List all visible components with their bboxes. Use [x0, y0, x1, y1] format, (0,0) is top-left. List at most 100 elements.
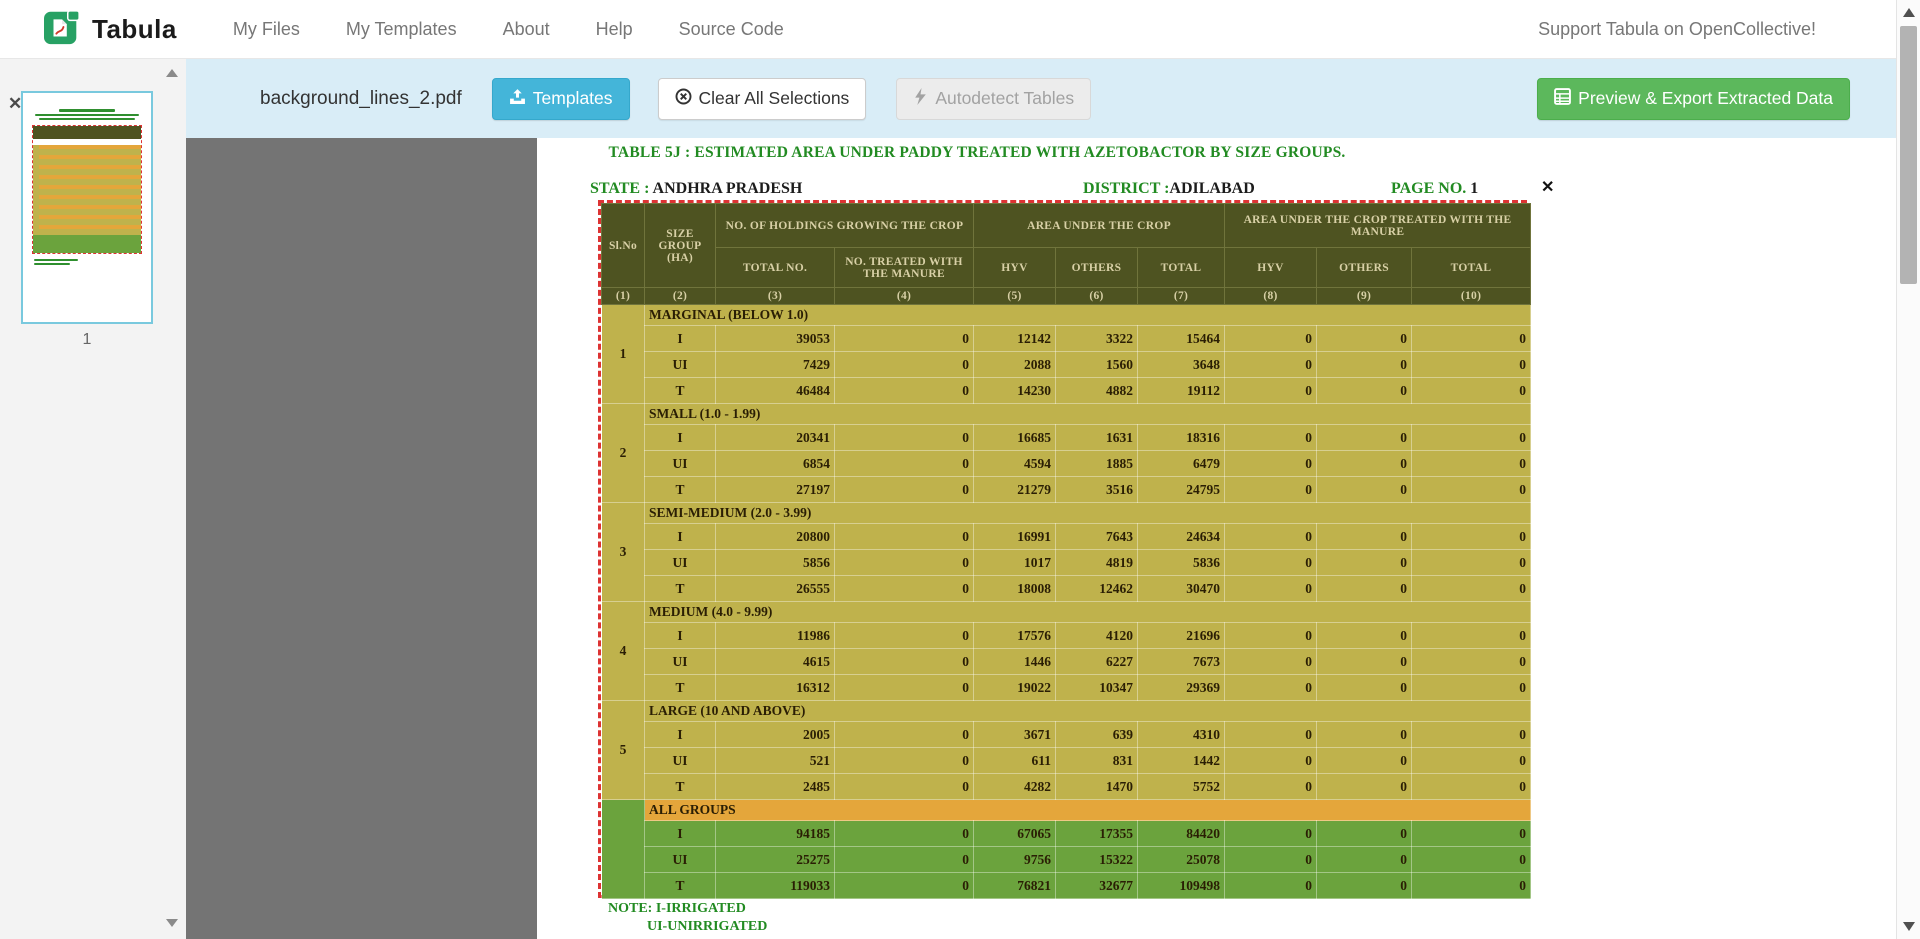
table-row: T46484014230488219112000: [602, 378, 1531, 404]
scrollbar-thumb[interactable]: [1900, 26, 1917, 284]
group-band-row: 1MARGINAL (BELOW 1.0): [602, 305, 1531, 326]
value-cell: 0: [1225, 524, 1317, 550]
row-type-cell: UI: [645, 352, 716, 378]
brand-name: Tabula: [92, 14, 177, 45]
value-cell: 24795: [1138, 477, 1225, 503]
value-cell: 0: [1225, 451, 1317, 477]
pdf-page[interactable]: TABLE 5J : ESTIMATED AREA UNDER PADDY TR…: [537, 138, 1920, 939]
value-cell: 0: [1412, 524, 1531, 550]
value-cell: 0: [1317, 722, 1412, 748]
thumb-note-lines: [32, 259, 142, 265]
value-cell: 0: [835, 847, 974, 873]
value-cell: 94185: [716, 821, 835, 847]
row-type-cell: T: [645, 378, 716, 404]
value-cell: 0: [1317, 326, 1412, 352]
state-line: STATE : ANDHRA PRADESH: [590, 180, 802, 198]
value-cell: 39053: [716, 326, 835, 352]
clear-all-selections-button[interactable]: Clear All Selections: [658, 78, 867, 120]
sidebar-scroll-up-arrow[interactable]: [166, 69, 178, 77]
scrollbar-up-arrow[interactable]: [1903, 8, 1915, 17]
slno-cell: 1: [602, 305, 645, 404]
value-cell: 0: [1317, 873, 1412, 899]
preview-export-button[interactable]: Preview & Export Extracted Data: [1537, 78, 1850, 120]
value-cell: 20800: [716, 524, 835, 550]
selection-close-icon[interactable]: ✕: [1541, 180, 1554, 196]
value-cell: 0: [835, 821, 974, 847]
table-row: I2005036716394310000: [602, 722, 1531, 748]
value-cell: 831: [1056, 748, 1138, 774]
autodetect-tables-button[interactable]: Autodetect Tables: [896, 78, 1091, 120]
col-header-no-treated: NO. TREATED WITH THE MANURE: [835, 248, 974, 288]
brand[interactable]: Tabula: [44, 8, 177, 51]
value-cell: 16312: [716, 675, 835, 701]
value-cell: 0: [1412, 675, 1531, 701]
row-type-cell: UI: [645, 748, 716, 774]
thumb-title-line: [39, 118, 135, 120]
window-scrollbar[interactable]: [1896, 0, 1920, 939]
templates-icon: [509, 88, 526, 110]
col-header-total: TOTAL: [1412, 248, 1531, 288]
templates-button[interactable]: Templates: [492, 78, 630, 120]
value-cell: 0: [1225, 477, 1317, 503]
row-type-cell: I: [645, 623, 716, 649]
value-cell: 0: [1317, 352, 1412, 378]
row-type-cell: I: [645, 722, 716, 748]
value-cell: 0: [1412, 748, 1531, 774]
value-cell: 0: [835, 774, 974, 800]
col-header-size-group: SIZE GROUP (HA): [645, 204, 716, 288]
support-link[interactable]: Support Tabula on OpenCollective!: [1538, 19, 1816, 40]
col-header-hyv: HYV: [1225, 248, 1317, 288]
table-row: T163120190221034729369000: [602, 675, 1531, 701]
value-cell: 25275: [716, 847, 835, 873]
value-cell: 0: [1317, 425, 1412, 451]
table-row: UI58560101748195836000: [602, 550, 1531, 576]
value-cell: 0: [1317, 477, 1412, 503]
scrollbar-down-arrow[interactable]: [1903, 922, 1915, 931]
thumbnail-page-number: 1: [21, 331, 153, 349]
table-selection-box[interactable]: Sl.No SIZE GROUP (HA) NO. OF HOLDINGS GR…: [598, 200, 1527, 898]
value-cell: 11986: [716, 623, 835, 649]
thumb-title-line: [35, 114, 139, 116]
value-cell: 0: [835, 550, 974, 576]
value-cell: 2485: [716, 774, 835, 800]
page-thumbnail[interactable]: [21, 91, 153, 324]
value-cell: 1885: [1056, 451, 1138, 477]
value-cell: 16685: [974, 425, 1056, 451]
value-cell: 6227: [1056, 649, 1138, 675]
page-no-line: PAGE NO. 1: [1391, 180, 1478, 198]
value-cell: 0: [1225, 675, 1317, 701]
value-cell: 0: [1225, 722, 1317, 748]
nav-link-source-code[interactable]: Source Code: [679, 19, 784, 40]
row-type-cell: T: [645, 576, 716, 602]
sidebar-scroll-down-arrow[interactable]: [166, 919, 178, 927]
value-cell: 21279: [974, 477, 1056, 503]
value-cell: 0: [1225, 873, 1317, 899]
value-cell: 1631: [1056, 425, 1138, 451]
nav-link-help[interactable]: Help: [596, 19, 633, 40]
lightning-icon: [913, 88, 928, 110]
value-cell: 0: [835, 722, 974, 748]
group-label-cell: MEDIUM (4.0 - 9.99): [645, 602, 1531, 623]
nav-link-my-files[interactable]: My Files: [233, 19, 300, 40]
value-cell: 1442: [1138, 748, 1225, 774]
row-type-cell: UI: [645, 451, 716, 477]
nav-link-about[interactable]: About: [503, 19, 550, 40]
slno-cell: [602, 800, 645, 899]
slno-cell: 3: [602, 503, 645, 602]
value-cell: 0: [1412, 847, 1531, 873]
value-cell: 16991: [974, 524, 1056, 550]
value-cell: 0: [1225, 774, 1317, 800]
value-cell: 14230: [974, 378, 1056, 404]
col-header-total: TOTAL: [1138, 248, 1225, 288]
nav-link-my-templates[interactable]: My Templates: [346, 19, 457, 40]
value-cell: 0: [1412, 550, 1531, 576]
nav-links: My Files My Templates About Help Source …: [233, 19, 784, 40]
value-cell: 3648: [1138, 352, 1225, 378]
row-type-cell: UI: [645, 649, 716, 675]
table-row: I941850670651735584420000: [602, 821, 1531, 847]
value-cell: 0: [835, 675, 974, 701]
value-cell: 0: [835, 352, 974, 378]
district-value: ADILABAD: [1169, 180, 1254, 197]
value-cell: 0: [1317, 623, 1412, 649]
value-cell: 4594: [974, 451, 1056, 477]
